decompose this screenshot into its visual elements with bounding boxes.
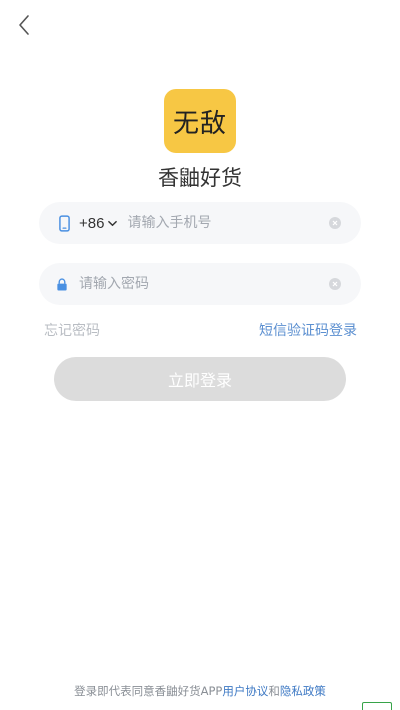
back-button[interactable] — [10, 10, 38, 40]
app-name: 香鼬好货 — [158, 166, 242, 190]
app-logo-text: 无敌 — [172, 108, 227, 139]
clear-icon[interactable] — [329, 217, 341, 229]
user-agreement-link[interactable]: 用户协议 — [222, 684, 268, 698]
chevron-left-icon — [19, 15, 29, 35]
password-field — [39, 263, 361, 305]
country-code-label: +86 — [79, 214, 105, 232]
password-input[interactable] — [79, 276, 329, 292]
sms-login-link[interactable]: 短信验证码登录 — [259, 320, 357, 340]
agreement-prefix: 登录即代表同意香鼬好货APP — [74, 684, 223, 698]
phone-field: +86 — [39, 202, 361, 244]
country-code-select[interactable]: +86 — [79, 214, 118, 232]
phone-icon — [57, 214, 71, 232]
forgot-password-link[interactable]: 忘记密码 — [44, 320, 100, 340]
login-button[interactable]: 立即登录 — [54, 357, 346, 401]
privacy-policy-link[interactable]: 隐私政策 — [280, 684, 326, 698]
chevron-down-icon — [108, 219, 118, 228]
clear-icon[interactable] — [329, 278, 341, 290]
lock-icon — [55, 275, 69, 293]
app-logo: 无敌 — [164, 89, 236, 153]
auth-links: 忘记密码 短信验证码登录 — [44, 320, 357, 340]
agreement-text: 登录即代表同意香鼬好货APP用户协议和隐私政策 — [0, 683, 400, 699]
agreement-and: 和 — [268, 684, 280, 698]
phone-input[interactable] — [127, 215, 329, 231]
corner-badge — [362, 702, 392, 710]
